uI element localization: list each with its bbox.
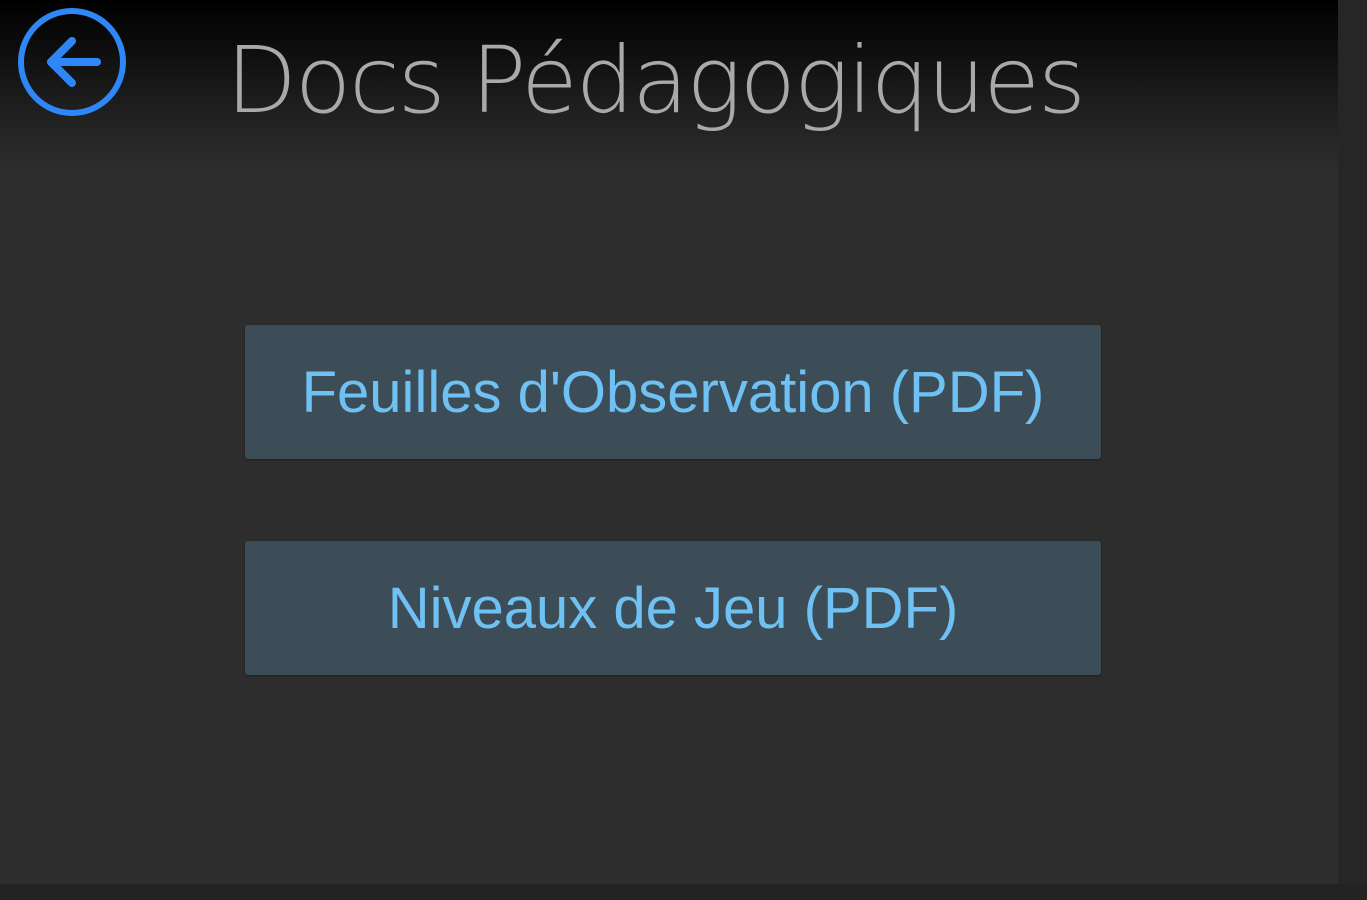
page-title: Docs Pédagogiques: [226, 27, 1086, 134]
game-levels-pdf-label: Niveaux de Jeu (PDF): [387, 575, 959, 641]
observation-sheets-pdf-label: Feuilles d'Observation (PDF): [301, 359, 1045, 425]
window-edge-bottom: [0, 884, 1367, 900]
game-levels-pdf-button[interactable]: Niveaux de Jeu (PDF): [245, 541, 1101, 675]
back-button[interactable]: [16, 6, 128, 118]
arrow-left-circle-icon: [18, 8, 126, 116]
header-bar: Docs Pédagogiques: [0, 0, 1338, 180]
app-window: Docs Pédagogiques Feuilles d'Observation…: [0, 0, 1338, 884]
observation-sheets-pdf-button[interactable]: Feuilles d'Observation (PDF): [245, 325, 1101, 459]
window-edge-right: [1338, 0, 1367, 900]
